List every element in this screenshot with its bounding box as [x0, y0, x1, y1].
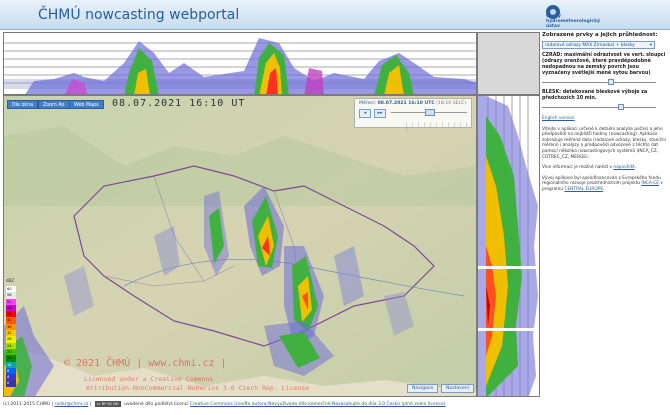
english-version-link[interactable]: English version [542, 116, 575, 121]
app-title: ČHMÚ nowcasting webportal [38, 7, 240, 23]
side-title: Zobrazené prvky a jejich průhlednost: [542, 32, 658, 38]
navigate-button[interactable]: Navigace [407, 384, 439, 393]
legend-unit: dBZ [6, 278, 15, 283]
inca-ce-link[interactable]: INCA-CE [641, 181, 659, 186]
intro-text: Vítejte v aplikaci určené k detailní ana… [542, 126, 666, 160]
blesk-opacity-thumb[interactable] [618, 104, 624, 110]
chmi-logo[interactable]: Český hydrometeorologický ústav [546, 3, 666, 29]
layer-select-value: radarové odrazy MAX Z(maska) + blesky [545, 43, 635, 48]
radar-map[interactable]: Dle okna Zoom Ao Web Maps 08.07.2021 16:… [3, 95, 477, 397]
player-label: Měření: 08.07.2021 16:10 UTC (18:10 SELČ… [359, 101, 467, 106]
chevron-down-icon: ▾ [649, 43, 652, 48]
cross-section-top-image [4, 33, 476, 94]
more-info: Více informací je možné nalézt v nápověd… [542, 165, 637, 171]
watermark-line2: Licensed under a Creative Commons [84, 375, 214, 383]
central-europe-link[interactable]: CENTRAL EUROPE [564, 187, 603, 192]
play-button[interactable]: ▸▸ [374, 109, 386, 118]
tab-web-maps[interactable]: Web Maps [69, 100, 104, 109]
footer-license-link[interactable]: Creative Commons Uveďte autora-Nevyužíve… [190, 402, 446, 407]
cross-section-corner [477, 32, 540, 95]
vertical-cross-section-top[interactable] [3, 32, 477, 95]
czrad-opacity-slider[interactable] [542, 79, 656, 86]
footer-copyright: (c) 2011-2015 ČHMÚ | [3, 402, 54, 407]
blesk-opacity-slider[interactable] [542, 104, 656, 111]
time-ticks: | | | | | | | | | | | | [405, 122, 469, 132]
time-slider-thumb[interactable] [425, 109, 435, 116]
map-image [4, 96, 476, 396]
map-timestamp: 08.07.2021 16:10 UT [112, 98, 246, 109]
watermark-line1: © 2021 ČHMÚ | www.chmi.cz | [64, 358, 227, 369]
czrad-heading: CZRAD: maximální odrazivost ve vert. slo… [542, 53, 666, 76]
vertical-cross-section-side[interactable] [477, 95, 540, 397]
footer: (c) 2011-2015 ČHMÚ | radar@chmi.cz | cc … [3, 400, 446, 407]
cross-section-side-image [478, 96, 539, 396]
tab-window[interactable]: Dle okna [7, 100, 39, 109]
tab-zoom[interactable]: Zoom Ao [38, 100, 70, 109]
reflectivity-legend: dBZ 60 56 52 48 44 40 36 32 28 24 20 16 12 8 4 0 [6, 278, 16, 394]
logo-text: Český hydrometeorologický ústav [546, 14, 601, 29]
time-slider[interactable] [391, 109, 467, 116]
settings-button[interactable]: Nastavení [441, 384, 474, 393]
legend-cell: 0 [6, 380, 16, 387]
layer-select[interactable]: radarové odrazy MAX Z(maska) + blesky ▾ [542, 41, 655, 49]
prev-frame-button[interactable]: ◂ [359, 109, 371, 118]
blesk-heading: BLESK: detekované bleskové výboje za pře… [542, 90, 648, 101]
app-header: ČHMÚ nowcasting webportal Český hydromet… [0, 0, 670, 30]
watermark-line3: Attribution-NonCommercial-NoDerivs 3.0 C… [86, 384, 310, 392]
footer-license-text: uvedené dílo podléhá licenci [124, 402, 189, 407]
footer-email-link[interactable]: radar@chmi.cz [54, 402, 88, 407]
cc-license-badge[interactable]: cc BY NC ND [94, 400, 121, 407]
funding-text: Vývoj aplikace byl spolufinancován z Evr… [542, 175, 663, 192]
time-player: Měření: 08.07.2021 16:10 UTC (18:10 SELČ… [354, 98, 472, 132]
czrad-opacity-thumb[interactable] [608, 79, 614, 85]
side-panel: Zobrazené prvky a jejich průhlednost: ra… [542, 32, 668, 398]
help-link[interactable]: nápovědě [613, 165, 634, 170]
